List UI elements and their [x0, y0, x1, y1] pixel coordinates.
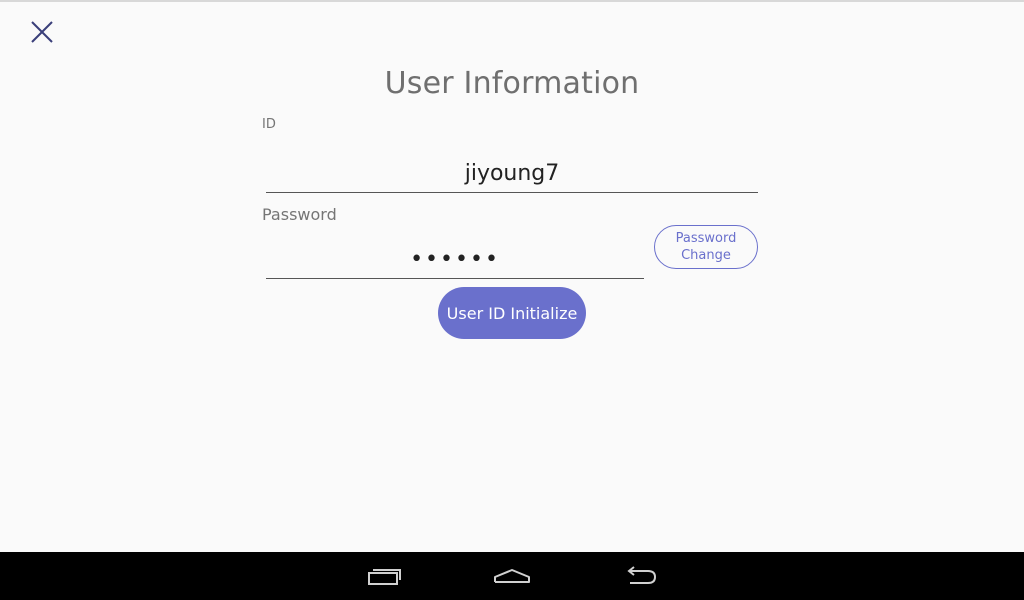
- recent-apps-button[interactable]: [355, 552, 415, 600]
- user-id-initialize-button[interactable]: User ID Initialize: [438, 287, 586, 339]
- home-icon: [494, 569, 530, 583]
- id-label: ID: [262, 117, 276, 132]
- home-button[interactable]: [482, 552, 542, 600]
- password-field[interactable]: [266, 240, 644, 279]
- id-field[interactable]: [266, 154, 758, 193]
- password-change-button[interactable]: Password Change: [654, 225, 758, 269]
- recent-apps-icon: [368, 569, 401, 585]
- system-navigation-bar: [0, 552, 1024, 600]
- page-title: User Information: [384, 66, 640, 101]
- top-edge-divider: [0, 0, 1024, 2]
- close-button[interactable]: [22, 12, 62, 52]
- close-icon: [31, 21, 53, 43]
- back-button[interactable]: [610, 552, 670, 600]
- back-icon: [627, 566, 657, 584]
- password-label: Password: [262, 205, 337, 224]
